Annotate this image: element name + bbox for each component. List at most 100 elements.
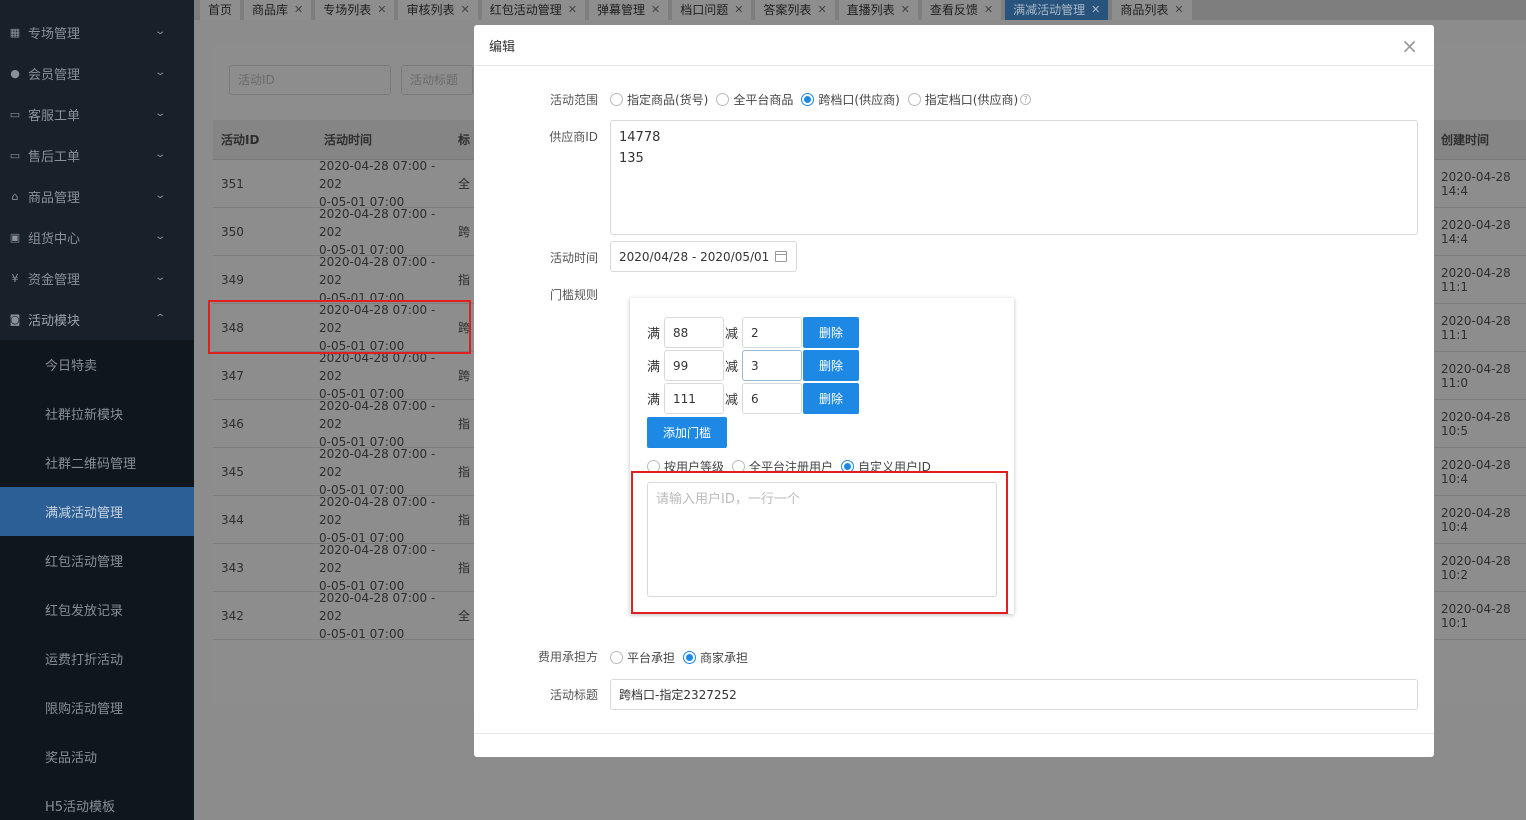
radio-label: 跨档口(供应商) (818, 93, 900, 107)
sidebar-item-red-packet[interactable]: 红包活动管理 (0, 536, 194, 585)
sidebar-group-finance[interactable]: ¥ 资金管理 ⌄ (0, 258, 194, 299)
supplier-label: 供应商ID (549, 130, 598, 144)
tab-label: 专场列表 (323, 3, 372, 17)
close-icon[interactable]: ✕ (294, 0, 303, 20)
sidebar-item-prize-activity[interactable]: 奖品活动 (0, 732, 194, 781)
minus-label: 减 (725, 327, 739, 342)
cell-title: 指 (458, 465, 471, 479)
activity-title-input[interactable] (610, 679, 1418, 710)
tab-home[interactable]: 首页 (200, 0, 241, 20)
cell-created: 2020-04-28 10:1 (1441, 601, 1511, 630)
minus-amount-input[interactable] (742, 317, 802, 348)
scope-option-cross-stall[interactable]: 跨档口(供应商) (801, 91, 900, 108)
sidebar-group-aftersale-tickets[interactable]: ▭ 售后工单 ⌄ (0, 135, 194, 176)
delete-rule-button[interactable]: 删除 (803, 350, 859, 381)
close-icon[interactable]: ✕ (377, 0, 386, 20)
sidebar-item-shipping-discount[interactable]: 运费打折活动 (0, 634, 194, 683)
scope-option-product[interactable]: 指定商品(货号) (610, 91, 708, 108)
sidebar-group-service-tickets[interactable]: ▭ 客服工单 ⌄ (0, 94, 194, 135)
tab-answers[interactable]: 答案列表 ✕ (755, 0, 835, 20)
cost-label: 费用承担方 (537, 650, 598, 664)
tab-red-packet[interactable]: 红包活动管理 ✕ (481, 0, 585, 20)
activity-title-filter[interactable]: 活动标题 (401, 65, 473, 95)
close-icon[interactable]: × (1401, 36, 1418, 56)
tab-label: 直播列表 (846, 3, 895, 17)
close-icon[interactable]: ✕ (651, 0, 660, 20)
tab-label: 红包活动管理 (489, 3, 562, 17)
close-icon[interactable]: ✕ (734, 0, 743, 20)
minus-label: 减 (725, 360, 739, 375)
supplier-id-textarea[interactable] (610, 120, 1418, 235)
scope-option-specific-stall[interactable]: 指定档口(供应商)? (907, 91, 1032, 108)
tab-stall-issues[interactable]: 档口问题 ✕ (672, 0, 752, 20)
delete-rule-button[interactable]: 删除 (803, 317, 859, 348)
cell-created: 2020-04-28 14:4 (1441, 217, 1511, 246)
sidebar-group-products[interactable]: ⌂ 商品管理 ⌄ (0, 176, 194, 217)
cost-option-platform[interactable]: 平台承担 (610, 649, 675, 666)
cost-option-merchant[interactable]: 商家承担 (683, 649, 748, 666)
radio-label: 全平台商品 (733, 93, 794, 107)
radio-checked-icon (801, 93, 815, 106)
sidebar-item-red-packet-records[interactable]: 红包发放记录 (0, 585, 194, 634)
tab-special-list[interactable]: 专场列表 ✕ (315, 0, 395, 20)
activity-id-filter[interactable]: 活动ID (229, 65, 391, 95)
full-amount-input[interactable] (664, 383, 724, 414)
date-range-input[interactable]: 2020/04/28 - 2020/05/01 (610, 241, 797, 272)
scope-radio-group: 指定商品(货号) 全平台商品 跨档口(供应商) 指定档口(供应商)? (610, 91, 1039, 108)
sidebar-item-community-qrcode[interactable]: 社群二维码管理 (0, 438, 194, 487)
delete-rule-button[interactable]: 删除 (803, 383, 859, 414)
full-amount-input[interactable] (664, 350, 724, 381)
scope-label: 活动范围 (549, 93, 598, 107)
radio-label: 平台承担 (627, 651, 676, 665)
close-icon[interactable]: ✕ (568, 0, 577, 20)
sidebar-item-community-invite[interactable]: 社群拉新模块 (0, 389, 194, 438)
sidebar-item-full-reduction[interactable]: 满减活动管理 (0, 487, 194, 536)
tab-product-library[interactable]: 商品库 ✕ (244, 0, 312, 20)
sidebar-item-h5-template[interactable]: H5活动模板 (0, 781, 194, 820)
close-icon[interactable]: ✕ (1174, 0, 1183, 20)
close-icon[interactable]: ✕ (817, 0, 826, 20)
full-label: 满 (647, 393, 661, 408)
rule-row: 满 减 删除 (647, 317, 859, 348)
edit-modal: 编辑 × 活动范围 指定商品(货号) 全平台商品 跨档口(供应商) 指定档口(供… (474, 25, 1434, 757)
minus-amount-input[interactable] (742, 383, 802, 414)
close-icon[interactable]: ✕ (1091, 0, 1100, 20)
cell-id: 349 (221, 272, 244, 287)
radio-label: 指定档口(供应商) (924, 93, 1019, 107)
modal-footer (474, 733, 1434, 757)
minus-amount-input[interactable] (742, 350, 802, 381)
sidebar-group-special[interactable]: ▦ 专场管理 ⌄ (0, 12, 194, 53)
tab-product-list[interactable]: 商品列表 ✕ (1112, 0, 1192, 20)
cell-created: 2020-04-28 11:0 (1441, 361, 1511, 390)
list-icon: ▦ (9, 26, 21, 39)
help-icon[interactable]: ? (1020, 94, 1032, 105)
full-amount-input[interactable] (664, 317, 724, 348)
tab-danmaku[interactable]: 弹幕管理 ✕ (588, 0, 669, 20)
add-threshold-button[interactable]: 添加门槛 (647, 417, 727, 448)
close-icon[interactable]: ✕ (984, 0, 993, 20)
sidebar-item-today-sale[interactable]: 今日特卖 (0, 340, 194, 389)
tab-label: 答案列表 (763, 3, 812, 17)
cell-created: 2020-04-28 10:4 (1441, 457, 1511, 486)
tab-label: 商品库 (252, 3, 289, 17)
close-icon[interactable]: ✕ (461, 0, 470, 20)
cell-id: 350 (221, 224, 244, 239)
sidebar-group-label: 售后工单 (28, 150, 81, 165)
header-id: 活动ID (221, 133, 260, 147)
tab-label: 档口问题 (680, 3, 729, 17)
tab-full-reduction[interactable]: 满减活动管理 ✕ (1005, 0, 1109, 20)
cell-id: 342 (221, 608, 244, 623)
sidebar-group-activities[interactable]: ◙ 活动模块 ⌃ (0, 299, 194, 340)
cell-title: 跨 (458, 369, 471, 383)
sidebar-group-members[interactable]: ● 会员管理 ⌄ (0, 53, 194, 94)
tab-feedback[interactable]: 查看反馈 ✕ (921, 0, 1002, 20)
date-range-value: 2020/04/28 - 2020/05/01 (619, 249, 770, 264)
sidebar-item-purchase-limit[interactable]: 限购活动管理 (0, 683, 194, 732)
cell-time-start: 2020-04-28 07:00 - 202 (319, 158, 436, 191)
sidebar-group-sourcing[interactable]: ▣ 组货中心 ⌄ (0, 217, 194, 258)
tab-review-list[interactable]: 审核列表 ✕ (398, 0, 478, 20)
chevron-up-icon: ⌃ (153, 313, 166, 324)
tab-live-list[interactable]: 直播列表 ✕ (838, 0, 918, 20)
scope-option-platform[interactable]: 全平台商品 (716, 91, 793, 108)
close-icon[interactable]: ✕ (901, 0, 910, 20)
